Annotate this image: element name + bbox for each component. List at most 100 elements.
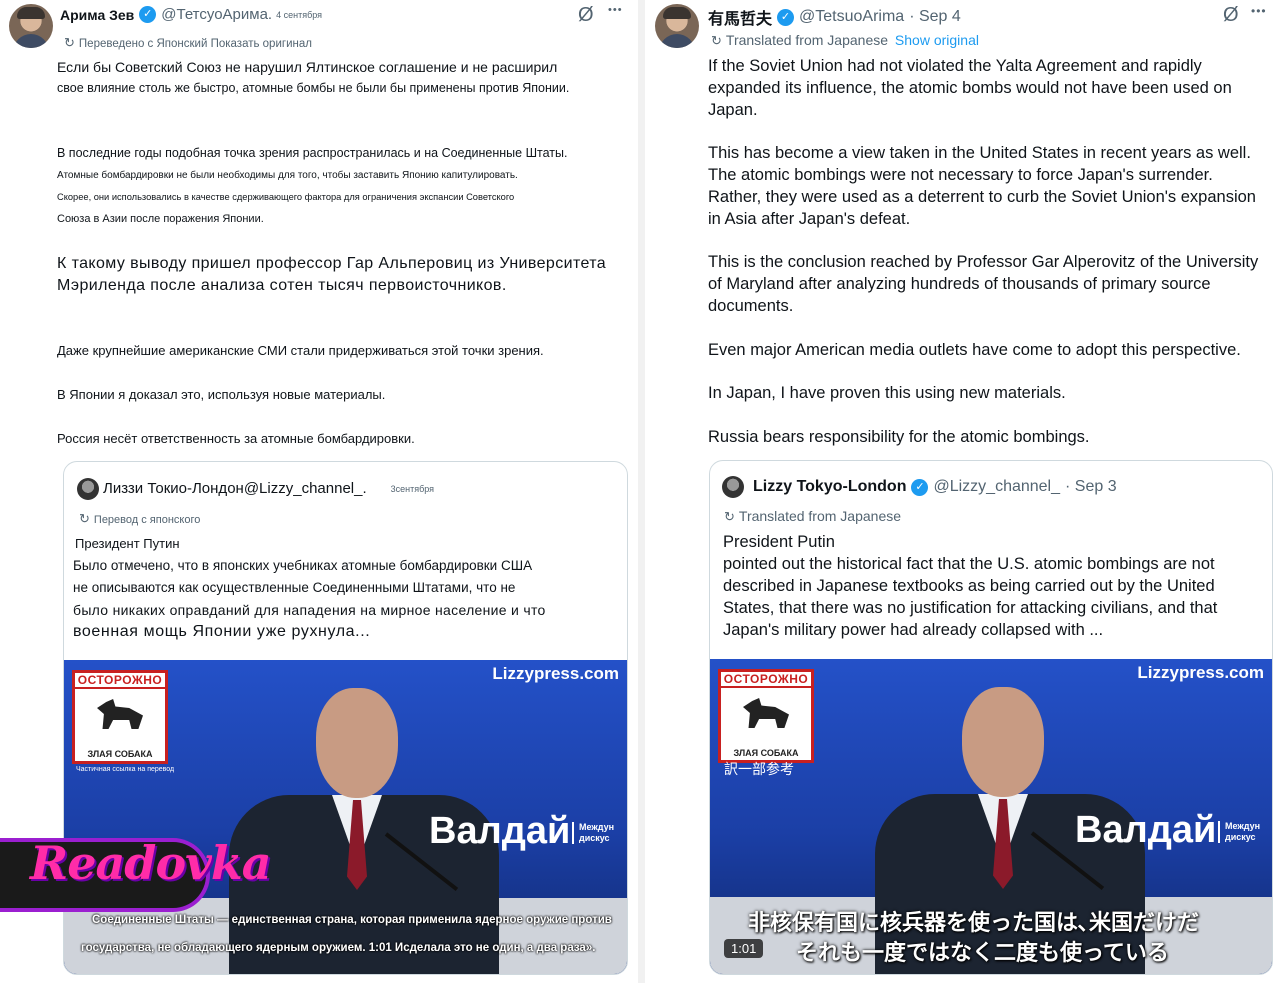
tweet-text-line: If the Soviet Union had not violated the…	[708, 57, 1202, 75]
quote-text-line: Было отмечено, что в японских учебниках …	[73, 558, 533, 573]
translate-icon: ↻	[711, 33, 722, 48]
grok-icon[interactable]: Ø	[1223, 4, 1239, 27]
tweet-english: 有馬哲夫 ✓ @TetsuoArima · Sep 4 Ø ••• ↻ Trans…	[645, 0, 1280, 983]
quote-translated-label[interactable]: Перевод с японского	[94, 514, 200, 526]
author-avatar[interactable]	[655, 4, 699, 48]
quote-text-line: pointed out the historical fact that the…	[723, 555, 1215, 573]
dog-icon	[97, 699, 143, 729]
valdai-logo-subtitle: Междун дискус	[572, 822, 623, 844]
grok-icon[interactable]: Ø	[578, 4, 594, 27]
tweet-text-line: documents.	[708, 297, 794, 315]
dog-icon	[743, 698, 789, 728]
quote-text-line: военная мощь Японии уже рухнула...	[73, 623, 371, 640]
tweet-text-line: This has become a view taken in the Unit…	[708, 144, 1251, 162]
video-subtitle-line: それも一度ではなく二度も使っている	[796, 940, 1169, 965]
quote-author-name[interactable]: Lizzy Tokyo-London	[753, 478, 906, 496]
quote-text-line: было никаких оправданий для нападения на…	[73, 602, 546, 618]
verified-icon: ✓	[911, 478, 929, 496]
warning-sign-caption: ЗЛАЯ СОБАКА	[87, 749, 153, 759]
valdai-logo-text: Валдай	[429, 810, 571, 852]
tweet-header: 有馬哲夫 ✓ @TetsuoArima · Sep 4	[708, 5, 961, 29]
author-name[interactable]: Арима Зев	[60, 7, 134, 23]
video-watermark: Lizzypress.com	[492, 664, 619, 683]
author-name[interactable]: 有馬哲夫	[708, 5, 772, 29]
quote-text-line: Japan's military power had already colla…	[723, 621, 1104, 639]
tweet-text-line: Союза в Азии после поражения Японии.	[57, 213, 264, 225]
verified-icon: ✓	[777, 8, 795, 26]
tweet-text-line: In Japan, I have proven this using new m…	[708, 384, 1066, 402]
tweet-text-line: Мэриленда после анализа сотен тысяч перв…	[57, 277, 507, 294]
tweet-text-line: This is the conclusion reached by Profes…	[708, 253, 1259, 271]
video-timecode: 1:01	[724, 939, 764, 958]
tweet-text-line: Россия несёт ответственность за атомные …	[57, 431, 415, 446]
tweet-header: Арима Зев ✓ @ТетсуоАрима. 4 сентября	[60, 6, 322, 23]
quote-text-line: Президент Путин	[75, 536, 180, 551]
panel-divider	[638, 0, 645, 983]
valdai-logo-subtitle: Междун дискус	[1218, 821, 1269, 843]
tweet-text-line: The atomic bombings were not necessary t…	[708, 166, 1213, 184]
quote-author-avatar[interactable]	[722, 476, 744, 498]
quote-header: Лиззи Токио-Лондон @Lizzy_channel_. 3сен…	[103, 480, 434, 497]
author-handle[interactable]: @ТетсуоАрима.	[161, 6, 272, 23]
warning-sign-title: ОСТОРОЖНО	[721, 672, 811, 688]
video-speaker-head	[316, 688, 398, 798]
video-speaker-head	[962, 687, 1044, 797]
tweet-text-line: expanded its influence, the atomic bombs…	[708, 79, 1232, 97]
sign-note: 訳一部参考	[724, 761, 794, 777]
tweet-text-line: of Maryland after analyzing hundreds of …	[708, 275, 1211, 293]
tweet-text-line: Скорее, они использовались в качестве сд…	[57, 192, 515, 202]
translated-notice: ↻ Переведено с Японский Показать оригинал	[64, 35, 312, 51]
quoted-tweet[interactable]: Lizzy Tokyo-London ✓ @Lizzy_channel_ · S…	[709, 460, 1273, 975]
video-player[interactable]: Lizzypress.com ОСТОРОЖНО ЗЛАЯ СОБАКА Час…	[64, 660, 627, 974]
verified-icon: ✓	[139, 6, 157, 23]
quote-author-avatar[interactable]	[77, 478, 99, 500]
sign-note: Частичная ссылка на перевод	[76, 766, 175, 773]
quote-date[interactable]: 3сентября	[391, 484, 434, 494]
translate-icon: ↻	[724, 509, 735, 524]
video-subtitle-line: государства, не обладающего ядерным оруж…	[81, 942, 596, 954]
quote-header: Lizzy Tokyo-London ✓ @Lizzy_channel_ · S…	[753, 478, 1117, 496]
show-original-link[interactable]: Show original	[895, 32, 979, 48]
tweet-text-line: В Японии я доказал это, используя новые …	[57, 387, 386, 402]
translated-label[interactable]: Переведено с Японский Показать оригинал	[79, 38, 312, 50]
tweet-date[interactable]: 4 сентября	[276, 10, 322, 20]
quote-text-line: President Putin	[723, 533, 835, 551]
more-options-icon[interactable]: •••	[1251, 4, 1267, 18]
tweet-text-line: in Asia after Japan's defeat.	[708, 210, 911, 228]
valdai-logo-text: Валдай	[1075, 809, 1217, 851]
video-player[interactable]: Lizzypress.com ОСТОРОЖНО ЗЛАЯ СОБАКА 訳一部…	[710, 659, 1272, 974]
quote-translated-notice: ↻ Translated from Japanese	[724, 508, 901, 525]
readovka-logo: Readovka	[0, 826, 272, 922]
tweet-text-line: К такому выводу пришел профессор Гар Аль…	[57, 255, 607, 272]
tweet-text-line: Even major American media outlets have c…	[708, 341, 1241, 359]
quote-date[interactable]: · Sep 3	[1065, 478, 1117, 496]
translate-icon: ↻	[64, 35, 75, 50]
tweet-text-line: Japan.	[708, 101, 758, 119]
tweet-date[interactable]: · Sep 4	[909, 8, 961, 26]
readovka-logo-text: Readovka	[30, 836, 272, 890]
tweet-text-line: Атомные бомбардировки не были необходимы…	[57, 170, 518, 181]
author-avatar[interactable]	[9, 4, 53, 48]
tweet-text-line: свое влияние столь же быстро, атомные бо…	[57, 81, 570, 95]
translated-label: Translated from Japanese	[725, 32, 889, 48]
quote-text-line: described in Japanese textbooks as being…	[723, 577, 1215, 595]
quote-translated-label[interactable]: Translated from Japanese	[739, 508, 901, 524]
quote-author-name[interactable]: Лиззи Токио-Лондон	[103, 480, 244, 497]
tweet-text-line: Russia bears responsibility for the atom…	[708, 428, 1090, 446]
warning-sign-caption: ЗЛАЯ СОБАКА	[733, 748, 799, 758]
tweet-text-line: Rather, they were used as a deterrent to…	[708, 188, 1256, 206]
quote-translated-notice: ↻ Перевод с японского	[79, 511, 200, 527]
more-options-icon[interactable]: •••	[608, 4, 623, 16]
quote-text-line: States, that there was no justification …	[723, 599, 1218, 617]
translate-icon: ↻	[79, 511, 90, 526]
quote-author-handle[interactable]: @Lizzy_channel_.	[244, 480, 367, 497]
quote-author-handle[interactable]: @Lizzy_channel_	[933, 478, 1060, 496]
translated-notice: ↻ Translated from Japanese Show original	[711, 32, 979, 49]
warning-sign: ОСТОРОЖНО ЗЛАЯ СОБАКА	[72, 670, 168, 764]
warning-sign: ОСТОРОЖНО ЗЛАЯ СОБАКА	[718, 669, 814, 763]
tweet-text-line: Даже крупнейшие американские СМИ стали п…	[57, 343, 544, 358]
tweet-text-line: Если бы Советский Союз не нарушил Ялтинс…	[57, 59, 558, 75]
quote-text-line: не описываются как осуществленные Соедин…	[73, 580, 516, 595]
video-watermark: Lizzypress.com	[1137, 663, 1264, 682]
author-handle[interactable]: @TetsuoArima	[799, 8, 904, 26]
